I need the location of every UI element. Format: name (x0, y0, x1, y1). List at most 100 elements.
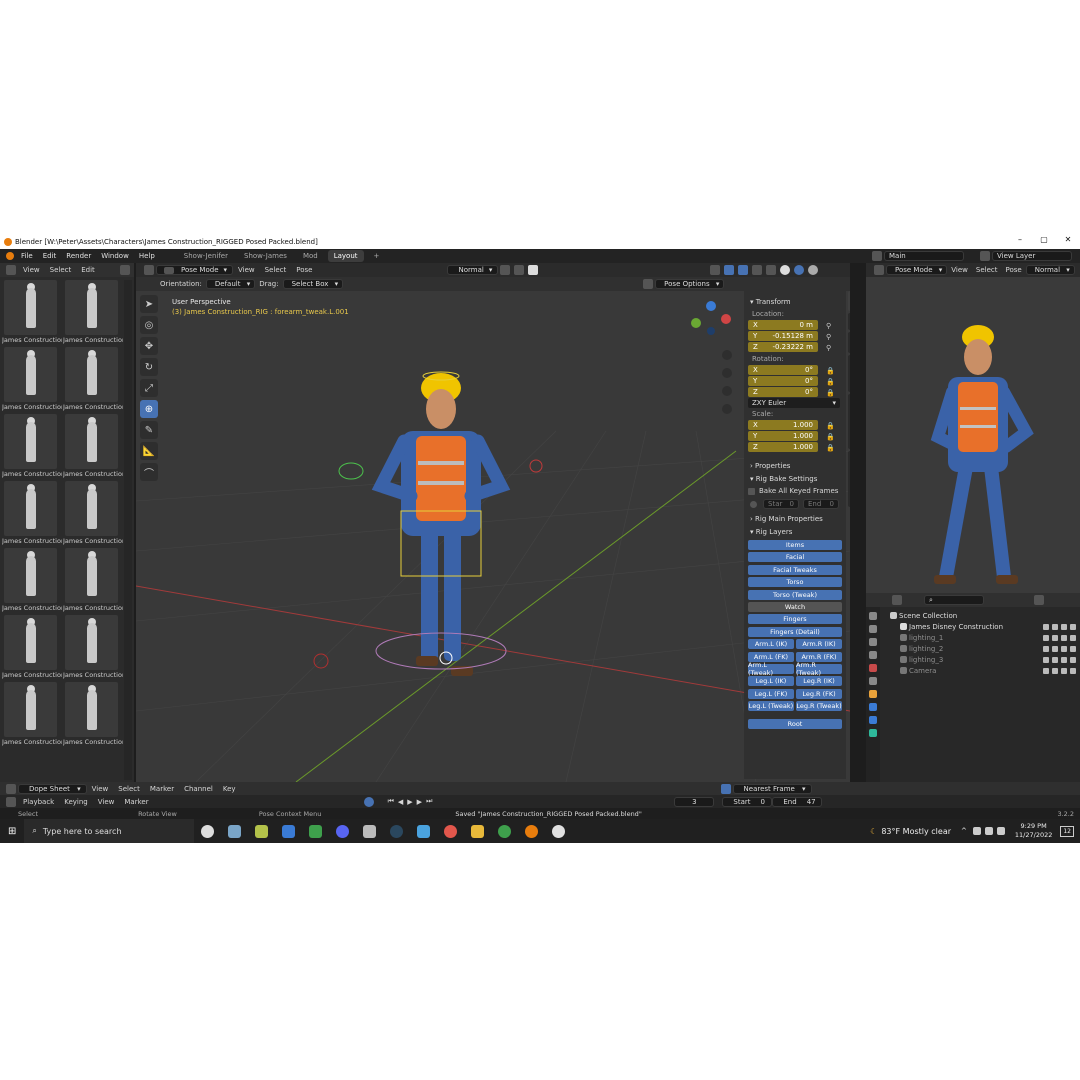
location-field-x[interactable]: X0 m (748, 320, 818, 330)
calculator-icon[interactable] (363, 824, 377, 838)
rig-layer-button[interactable]: Arm.R (Tweak) (796, 661, 842, 677)
sidebar-tab[interactable]: BlenderKit (848, 354, 850, 392)
right-mode-dropdown[interactable]: Pose Mode ▾ (886, 265, 948, 275)
object-props-icon[interactable] (869, 690, 877, 698)
asset-thumbnail[interactable]: James Construction (2, 347, 62, 414)
rig-layer-button[interactable]: Watch (748, 601, 842, 612)
rig-layers-header[interactable]: ▾ Rig Layers (750, 528, 842, 536)
editor-type-icon[interactable] (6, 265, 16, 275)
auto-key-icon[interactable] (363, 796, 374, 807)
task-view-icon[interactable] (201, 824, 215, 838)
rig-layer-button[interactable]: Facial (748, 552, 842, 563)
lock-icon[interactable]: 🔒 (826, 367, 835, 375)
prev-key-icon[interactable]: ◀ (396, 798, 405, 806)
transform-orientation-dropdown[interactable]: Normal ▾ (447, 265, 499, 275)
editor-type-icon[interactable] (144, 265, 154, 275)
viewport-menu-pose[interactable]: Pose (291, 266, 317, 274)
viewport-menu-view[interactable]: View (233, 266, 260, 274)
right-menu-select[interactable]: Select (972, 266, 1002, 274)
exclude-checkbox-icon[interactable] (1043, 634, 1049, 641)
editor-type-icon[interactable] (874, 265, 884, 275)
sidebar-tab[interactable]: View (848, 332, 850, 353)
asset-menu-view[interactable]: View (18, 266, 45, 274)
measure-tool-icon[interactable]: 📐 (140, 442, 158, 460)
viewport-menu-select[interactable]: Select (260, 266, 292, 274)
scale-field-z[interactable]: Z 1.000 (748, 442, 818, 452)
relax-tool-icon[interactable]: ⌒ (140, 463, 158, 481)
outliner-row[interactable]: Scene Collection (880, 610, 1080, 621)
editor-type-icon[interactable] (6, 783, 16, 794)
eye-icon[interactable] (1061, 634, 1067, 641)
transform-tool-icon[interactable]: ⊕ (140, 400, 158, 418)
app-icon-1[interactable] (228, 824, 242, 838)
transform-header[interactable]: ▾ Transform (750, 298, 842, 306)
rig-layer-button[interactable]: Fingers (Detail) (748, 626, 842, 637)
frame-end-field[interactable]: End 47 (772, 796, 823, 807)
bake-end-field[interactable]: End 0 (803, 499, 839, 509)
drag-dropdown[interactable]: Select Box ▾ (282, 279, 344, 289)
menu-window[interactable]: Window (96, 252, 134, 260)
asset-thumbnail[interactable]: James Construction (63, 414, 123, 481)
exclude-checkbox-icon[interactable] (1043, 667, 1049, 674)
pose-options-dropdown[interactable]: Pose Options ▾ (655, 279, 725, 289)
app-icon-3[interactable] (309, 824, 323, 838)
proportional-icon[interactable] (528, 265, 539, 275)
wireframe-shading-icon[interactable] (766, 265, 777, 275)
rig-layer-button[interactable]: Leg.L (IK) (748, 676, 794, 687)
camera-view-scene[interactable] (866, 277, 1080, 593)
select-tool-icon[interactable]: ➤ (140, 295, 158, 313)
jump-start-icon[interactable]: ⏮ (386, 797, 396, 806)
camera-icon[interactable] (1070, 623, 1076, 630)
bake-start-field[interactable]: Star 0 (763, 499, 799, 509)
dope-sheet-mode[interactable]: Dope Sheet ▾ (18, 783, 87, 794)
taskbar-search[interactable]: ⌕ Type here to search (24, 819, 195, 843)
pivot-icon[interactable] (500, 265, 511, 275)
rig-layer-button[interactable]: Torso (748, 577, 842, 588)
asset-thumbnail[interactable]: James Construction (63, 682, 123, 749)
app-icon-5[interactable] (498, 824, 512, 838)
asset-scrollbar[interactable] (124, 280, 132, 780)
close-toolsettings-icon[interactable] (643, 279, 654, 289)
scale-field-y[interactable]: Y 1.000 (748, 431, 818, 441)
3d-viewport[interactable]: Pose Mode ▾ View Select Pose Normal ▾ Or… (136, 263, 850, 782)
tab-mod[interactable]: Mod (297, 250, 324, 262)
outliner-row[interactable]: lighting_2 (880, 643, 1080, 654)
windows-start-icon[interactable]: ⊞ (8, 826, 16, 837)
rig-layer-button[interactable]: Leg.R (FK) (796, 688, 842, 699)
filter-icon[interactable] (1034, 595, 1044, 605)
rotate-tool-icon[interactable]: ↻ (140, 358, 158, 376)
viewport-scene[interactable] (136, 291, 850, 782)
xray-icon[interactable] (752, 265, 763, 275)
gizmo-toggle-icon[interactable] (724, 265, 735, 275)
sidebar-tab[interactable]: NEURON MOCAP (848, 450, 850, 507)
tray-app-icon[interactable] (972, 827, 981, 835)
asset-menu-edit[interactable]: Edit (76, 266, 100, 274)
maximize-icon[interactable]: ▢ (1032, 235, 1056, 244)
lock-icon[interactable]: ⚲ (826, 333, 834, 341)
lock-icon[interactable]: 🔒 (826, 433, 835, 441)
scene-field[interactable]: Main (884, 251, 964, 261)
discord-icon[interactable] (336, 824, 350, 838)
sidebar-tab[interactable]: Item (848, 291, 850, 311)
asset-thumbnail[interactable]: James Construction (2, 682, 62, 749)
overlay-toggle-icon[interactable] (738, 265, 749, 275)
view-icon[interactable] (710, 265, 721, 275)
bake-all-checkbox[interactable]: Bake All Keyed Frames (748, 487, 842, 495)
asset-menu-select[interactable]: Select (45, 266, 77, 274)
rig-layer-button[interactable]: Leg.R (IK) (796, 676, 842, 687)
asset-thumbnail[interactable]: James Construction (2, 548, 62, 615)
mode-dropdown[interactable]: Pose Mode ▾ (156, 265, 234, 275)
asset-thumbnail[interactable]: James Construction (2, 481, 62, 548)
outliner-search[interactable]: ⌕ (924, 595, 984, 605)
camera-viewport[interactable]: Pose Mode ▾ View Select Pose Normal ▾ (866, 263, 1080, 593)
right-menu-pose[interactable]: Pose (1002, 266, 1026, 274)
lock-icon[interactable]: 🔒 (826, 422, 835, 430)
menu-file[interactable]: File (16, 252, 38, 260)
properties-header[interactable]: › Properties (750, 462, 842, 470)
blender-menu-icon[interactable] (6, 252, 14, 260)
asset-thumbnail[interactable]: James Construction (2, 615, 62, 682)
right-orientation-dropdown[interactable]: Normal ▾ (1025, 265, 1075, 275)
cursor-tool-icon[interactable]: ◎ (140, 316, 158, 334)
sidebar-tab[interactable]: Tool (848, 312, 850, 331)
steam-icon[interactable] (390, 824, 404, 838)
